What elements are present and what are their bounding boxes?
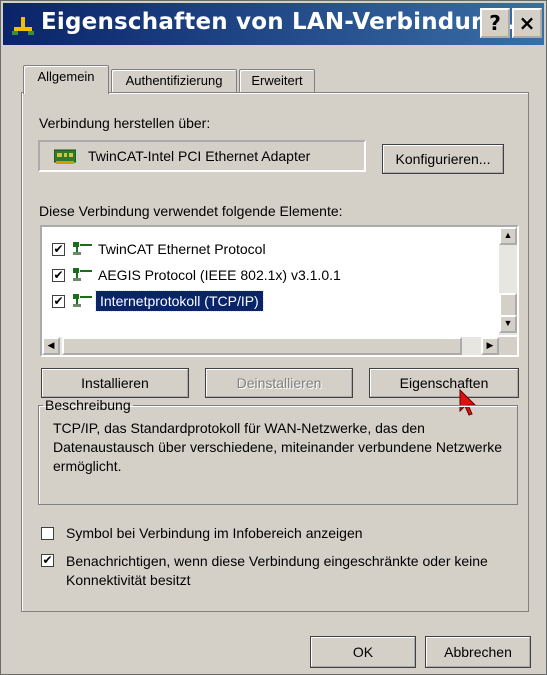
network-adapter-icon [54, 149, 76, 164]
element-checkbox[interactable]: ✔ [52, 243, 65, 256]
elements-label: Diese Verbindung verwendet folgende Elem… [39, 203, 343, 219]
properties-button[interactable]: Eigenschaften [369, 368, 519, 398]
element-checkbox[interactable]: ✔ [52, 295, 65, 308]
element-label: AEGIS Protocol (IEEE 802.1x) v3.1.0.1 [98, 267, 341, 283]
protocol-icon [73, 294, 92, 307]
tab-advanced[interactable]: Erweitert [239, 69, 315, 93]
protocol-icon [73, 268, 92, 281]
scroll-left-button[interactable]: ◀ [42, 337, 60, 355]
element-label: TwinCAT Ethernet Protocol [98, 241, 266, 257]
show-icon-checkbox[interactable] [41, 527, 54, 540]
ok-button[interactable]: OK [310, 636, 416, 668]
configure-button[interactable]: Konfigurieren... [382, 144, 504, 174]
cancel-button[interactable]: Abbrechen [425, 636, 531, 668]
scroll-down-button[interactable]: ▼ [499, 315, 517, 333]
scroll-right-button[interactable]: ▶ [481, 337, 499, 355]
help-button[interactable]: ? [480, 8, 510, 38]
description-legend: Beschreibung [45, 397, 131, 413]
adapter-name: TwinCAT-Intel PCI Ethernet Adapter [88, 148, 311, 164]
scroll-corner [499, 337, 517, 355]
vertical-scrollbar[interactable]: ▲ ▼ [499, 227, 517, 335]
protocol-icon [73, 242, 92, 255]
window-title: Eigenschaften von LAN-Verbindun... [41, 9, 515, 35]
horizontal-scrollbar[interactable]: ◀ ▶ [42, 337, 499, 355]
element-checkbox[interactable]: ✔ [52, 269, 65, 282]
title-bar[interactable]: Eigenschaften von LAN-Verbindun... ? × [3, 3, 544, 45]
uninstall-button[interactable]: Deinstallieren [205, 368, 353, 398]
description-text: TCP/IP, das Standardprotokoll für WAN-Ne… [53, 420, 503, 474]
scroll-thumb[interactable] [499, 293, 517, 317]
adapter-display: TwinCAT-Intel PCI Ethernet Adapter [38, 140, 366, 172]
show-icon-label: Symbol bei Verbindung im Infobereich anz… [66, 525, 363, 541]
elements-listbox[interactable]: ✔ TwinCAT Ethernet Protocol ✔ AEGIS Prot… [40, 225, 519, 357]
properties-dialog: Eigenschaften von LAN-Verbindun... ? × A… [0, 0, 547, 675]
connect-using-label: Verbindung herstellen über: [39, 115, 211, 131]
element-label: Internetprotokoll (TCP/IP) [95, 290, 264, 312]
install-button[interactable]: Installieren [41, 368, 189, 398]
tab-general[interactable]: Allgemein [23, 65, 109, 94]
horizontal-scroll-thumb[interactable] [62, 337, 462, 355]
scroll-up-button[interactable]: ▲ [499, 227, 517, 245]
close-button[interactable]: × [512, 8, 542, 38]
notify-label: Benachrichtigen, wenn diese Verbindung e… [66, 553, 488, 588]
network-connection-icon [12, 17, 34, 35]
tab-authentication[interactable]: Authentifizierung [111, 69, 237, 93]
notify-checkbox[interactable]: ✔ [41, 554, 54, 567]
